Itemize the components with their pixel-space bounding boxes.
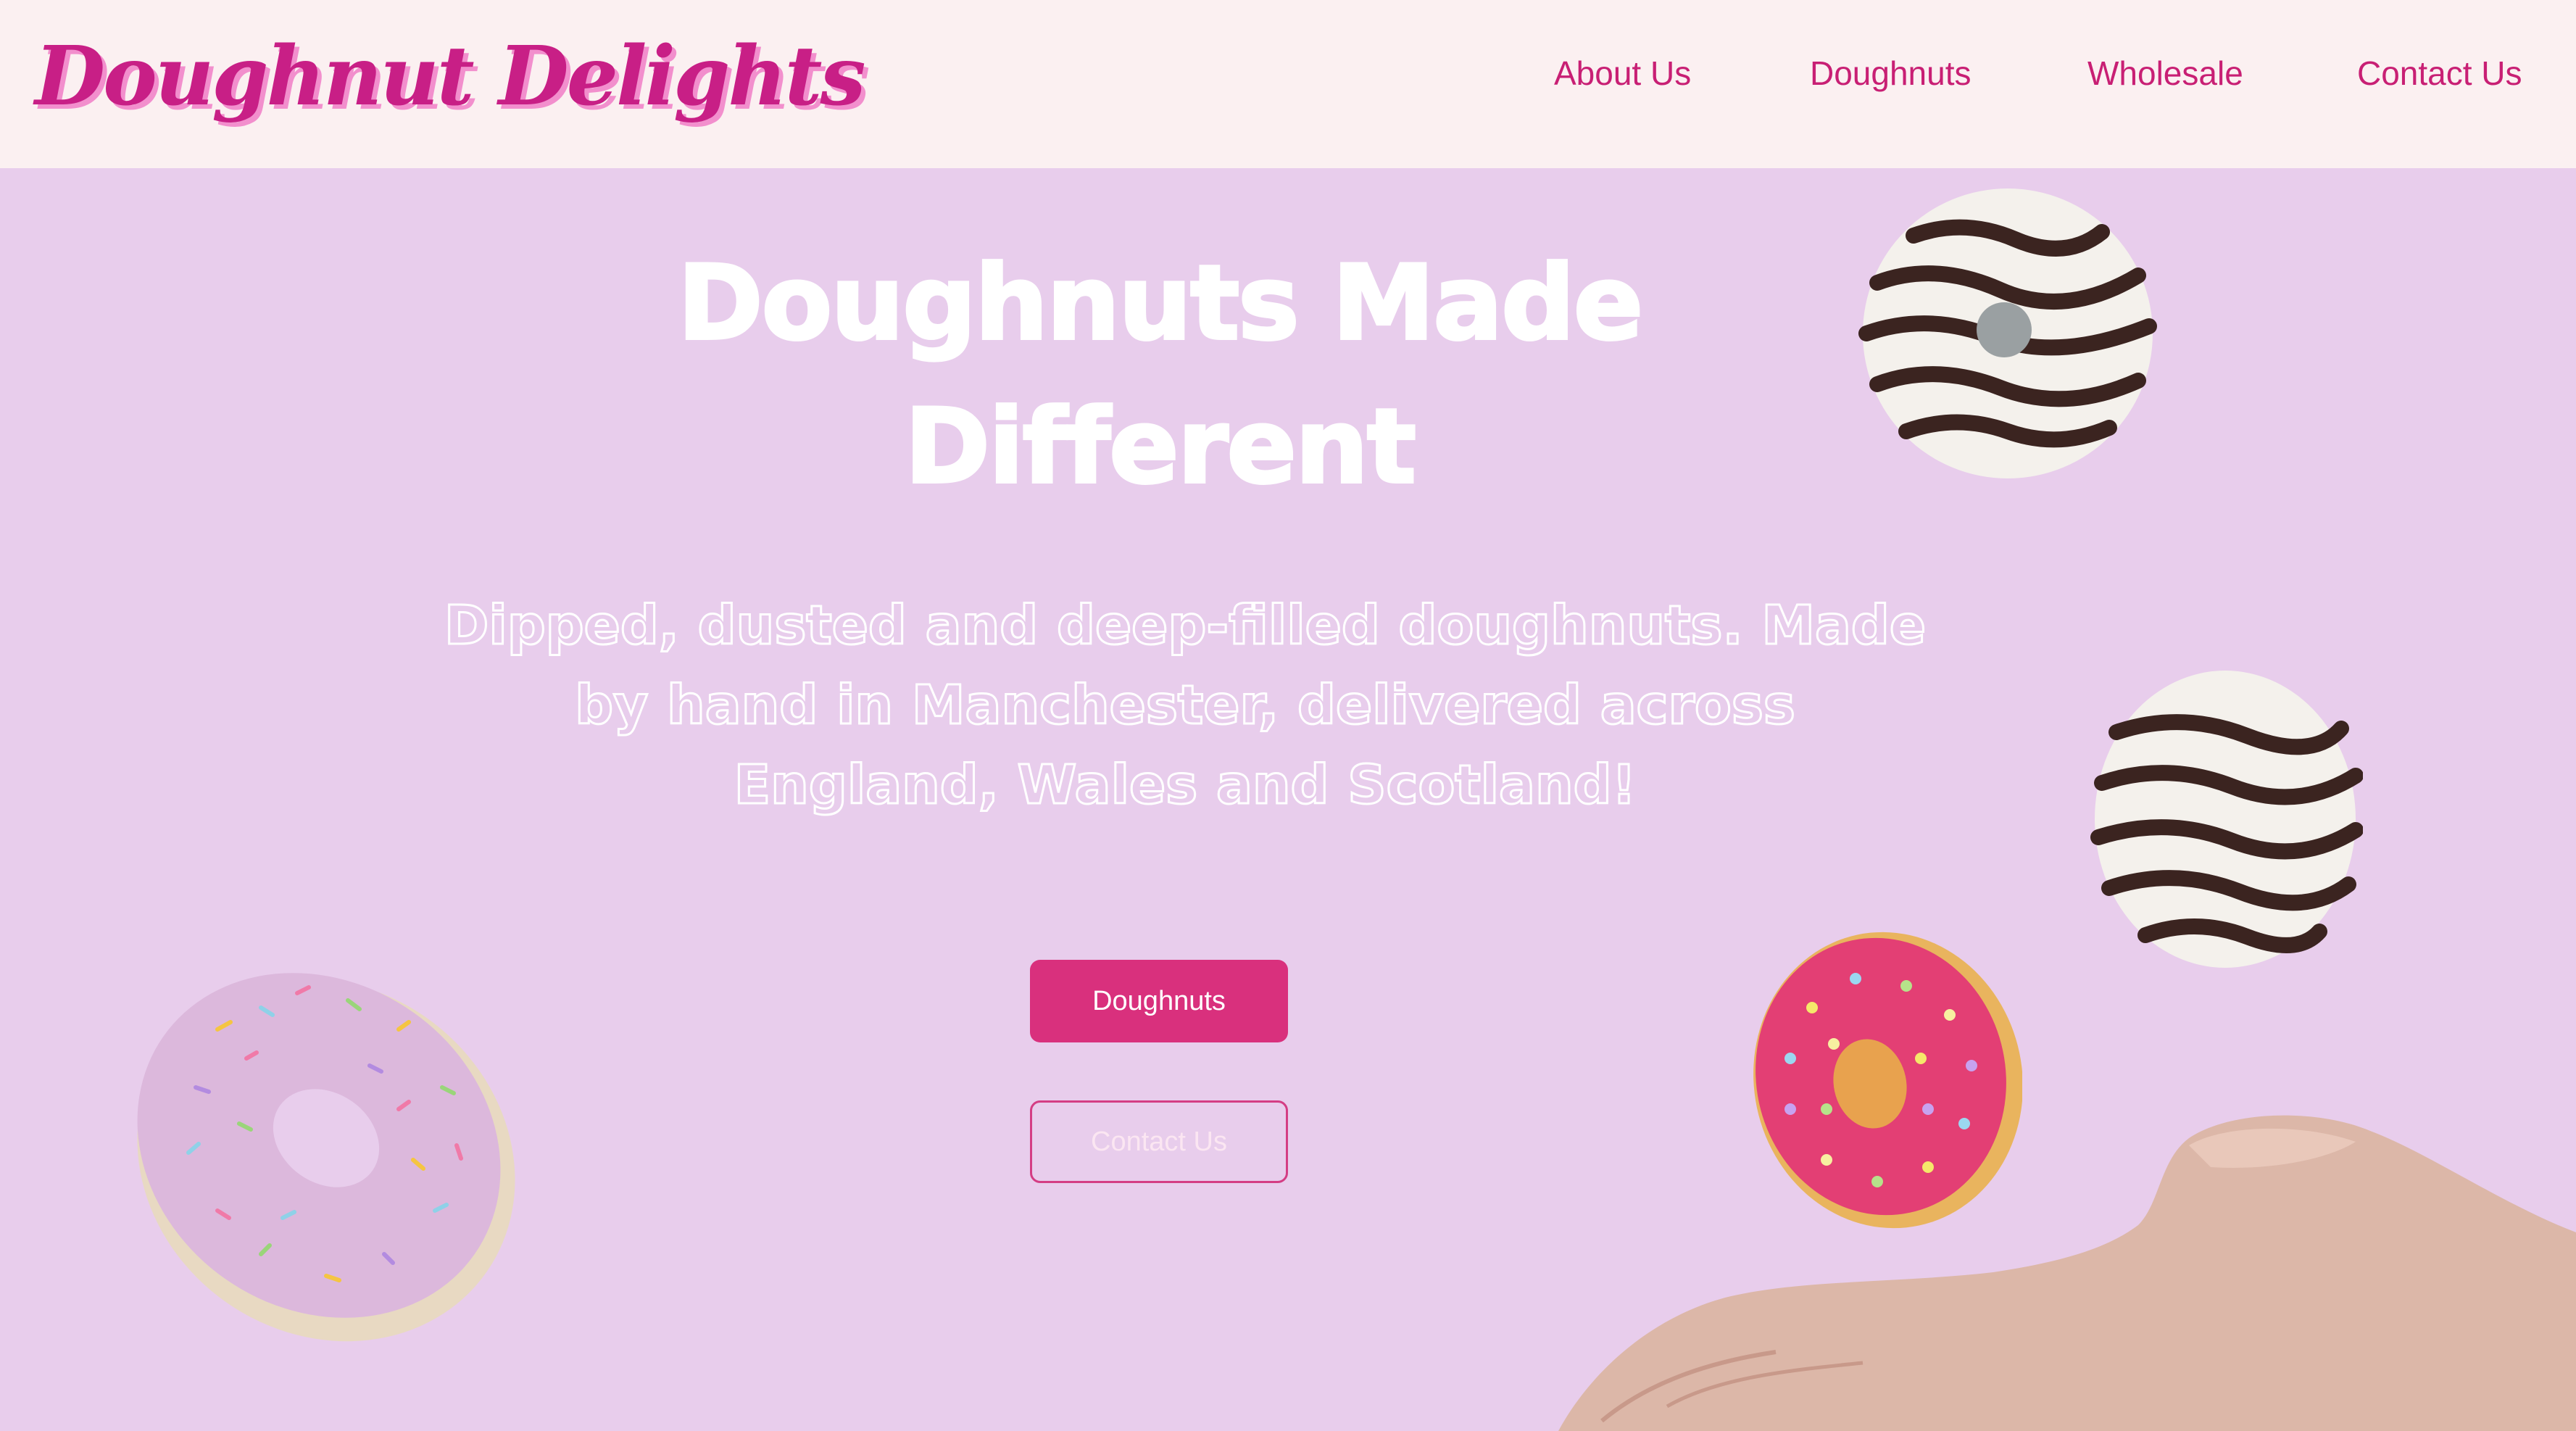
pink-sprinkle-doughnut-image [137, 973, 515, 1342]
hero-subtitle-line: England, Wales and Scotland! [733, 753, 1637, 818]
hero-subtitle: Dipped, dusted and deep-filled doughnuts… [406, 586, 1964, 825]
doughnuts-button[interactable]: Doughnuts [1030, 960, 1288, 1042]
contact-us-button[interactable]: Contact Us [1030, 1100, 1288, 1183]
hero-title: Doughnuts Made Different [507, 232, 1812, 519]
hero-subtitle-line: by hand in Manchester, delivered across [574, 673, 1797, 738]
zebra-doughnut-image-right [2090, 671, 2363, 968]
hero-subtitle-line: Dipped, dusted and deep-filled doughnuts… [443, 594, 1927, 658]
hero-title-line: Doughnuts Made [676, 242, 1645, 365]
nav-link-doughnuts[interactable]: Doughnuts [1810, 54, 1972, 93]
hero-title-line: Different [903, 386, 1418, 508]
hand-image [1558, 1115, 2576, 1431]
nav-link-about-us[interactable]: About Us [1554, 54, 1691, 93]
site-header: Doughnut Delights About Us Doughnuts Who… [0, 0, 2576, 168]
page: Doughnut Delights About Us Doughnuts Who… [0, 0, 2576, 1431]
nav-link-contact-us[interactable]: Contact Us [2357, 54, 2522, 93]
zebra-doughnut-image-top [1858, 188, 2157, 478]
site-logo[interactable]: Doughnut Delights [35, 29, 866, 124]
nav-link-wholesale[interactable]: Wholesale [2087, 54, 2243, 93]
